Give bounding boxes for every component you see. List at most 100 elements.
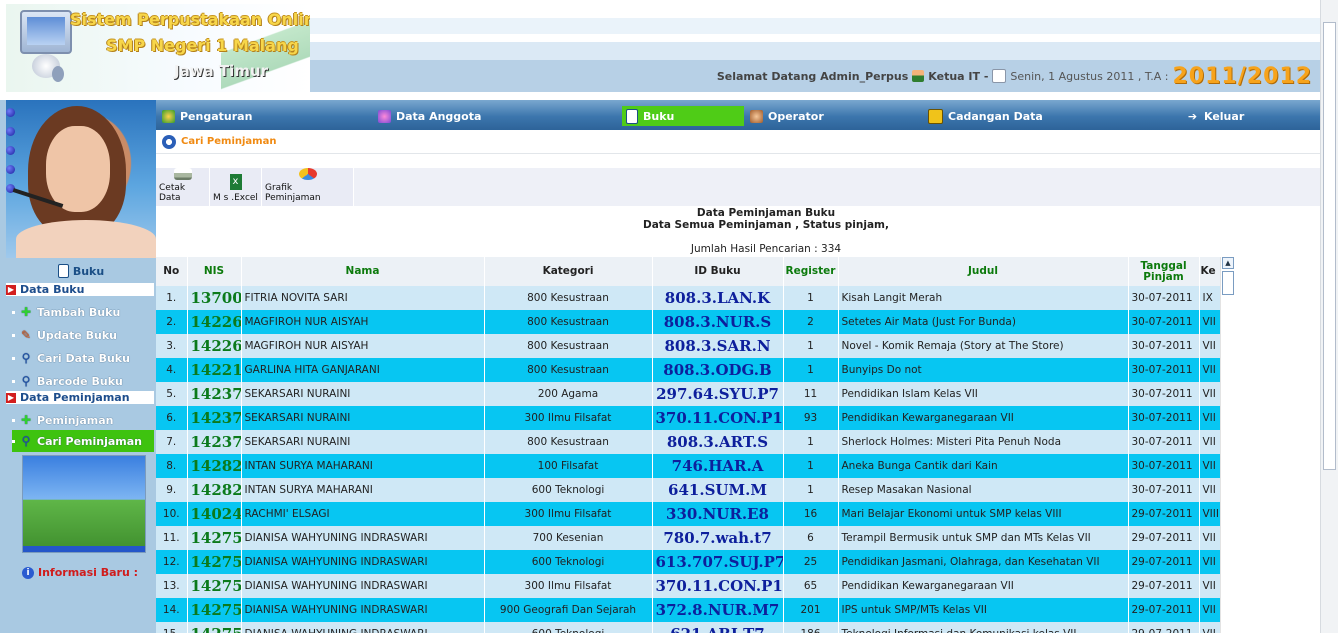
nav-keluar[interactable]: ➔ Keluar [1186,106,1244,126]
cell-tgl: 30-07-2011 [1128,478,1200,502]
table-row: 2. 14226 MAGFIROH NUR AISYAH 800 Kesustraan… [156,310,1220,334]
cell-nama: INTAN SURYA MAHARANI [241,454,485,478]
cell-reg: 93 [783,406,839,430]
table-row: 7. 14237 SEKARSARI NURAINI 800 Kesustraan 80… [156,430,1220,454]
table-row: 6. 14237 SEKARSARI NURAINI 300 Ilmu Filsafa… [156,406,1220,430]
cell-id: 808.3.ART.S [652,430,784,454]
cell-tgl: 29-07-2011 [1128,550,1200,574]
cell-kelas: VII [1199,406,1220,430]
cell-no: 14. [156,598,188,622]
chart-button[interactable]: Grafik Peminjaman [262,168,354,206]
cell-nis: 14275 [187,598,242,622]
cell-no: 11. [156,526,188,550]
cell-kategori: 600 Teknologi [484,622,653,633]
sidebar: Buku ▶ Data Buku ✚ Tambah Buku ✎ Update … [0,100,156,633]
cell-kategori: 300 Ilmu Filsafat [484,406,653,430]
cell-nis: 14226 [187,334,242,358]
cell-id: 370.11.CON.P1 [652,574,784,598]
sidebar-item-barcode-buku[interactable]: ⚲ Barcode Buku [12,370,154,392]
header: Sistem Perpustakaan Online SMP Negeri 1 … [0,0,1320,100]
pie-chart-icon [298,168,317,180]
cell-nama: SEKARSARI NURAINI [241,382,485,406]
cell-reg: 1 [783,478,839,502]
sidebar-item-tambah-buku[interactable]: ✚ Tambah Buku [12,301,154,323]
col-header-nis: NIS [187,257,242,286]
cell-nis: 14282 [187,454,242,478]
welcome-bar: Selamat Datang Admin_Perpus Ketua IT - S… [717,64,1312,89]
sidebar-item-peminjaman[interactable]: ✚ Peminjaman [12,409,154,431]
report-title: Data Peminjaman Buku [696,207,836,219]
nav-label: Pengaturan [180,109,253,123]
nav-operator[interactable]: Operator [750,106,824,126]
cell-no: 9. [156,478,188,502]
print-button[interactable]: Cetak Data [156,168,210,206]
col-header-kelas: Ke [1199,257,1220,286]
cell-no: 15. [156,622,188,633]
cell-reg: 1 [783,454,839,478]
info-icon: i [22,566,34,579]
nav-buku[interactable]: Buku [622,106,745,126]
cell-no: 5. [156,382,188,406]
cell-tgl: 30-07-2011 [1128,310,1200,334]
cell-judul: Setetes Air Mata (Just For Bunda) [838,310,1129,334]
page-scrollbar[interactable] [1320,0,1338,633]
cell-reg: 2 [783,310,839,334]
cell-judul: Bunyips Do not [838,358,1129,382]
table-header-row: No NIS Nama Kategori ID Buku Register Ju… [156,257,1220,286]
breadcrumb-label: Cari Peminjaman [181,136,277,147]
cell-kategori: 600 Teknologi [484,550,653,574]
cell-id: 613.707.SUJ.P7 [652,550,784,574]
members-icon [378,109,391,123]
cell-nis: 14282 [187,478,242,502]
sidebar-item-cari-data-buku[interactable]: ⚲ Cari Data Buku [12,347,154,369]
cell-judul: Resep Masakan Nasional [838,478,1129,502]
cell-judul: Pendidikan Jasmani, Olahraga, dan Keseha… [838,550,1129,574]
section-label: Data Peminjaman [20,391,130,404]
sidebar-item-cari-peminjaman[interactable]: ⚲ Cari Peminjaman [12,430,154,452]
cell-reg: 1 [783,430,839,454]
mouse-icon [52,66,64,82]
cell-id: 372.8.NUR.M7 [652,598,784,622]
cell-id: 808.3.SAR.N [652,334,784,358]
col-header-kategori: Kategori [484,257,653,286]
cell-kategori: 800 Kesustraan [484,286,653,310]
nav-cadangan-data[interactable]: Cadangan Data [928,106,1043,126]
table-row: 1. 13700 FITRIA NOVITA SARI 800 Kesustraan 8… [156,286,1220,310]
table-row: 4. 14221 GARLINA HITA GANJARANI 800 Kesustr… [156,358,1220,382]
table-scrollbar[interactable]: ▲ [1220,257,1235,633]
section-data-peminjaman[interactable]: ▶ Data Peminjaman [6,391,154,404]
scroll-up-icon[interactable]: ▲ [1222,257,1234,269]
cell-kategori: 100 Filsafat [484,454,653,478]
cell-no: 12. [156,550,188,574]
sidebar-item-label: Cari Peminjaman [37,434,143,448]
cell-kelas: VII [1199,334,1220,358]
page-scroll-thumb[interactable] [1323,22,1336,470]
cell-judul: Aneka Bunga Cantik dari Kain [838,454,1129,478]
cell-kelas: VII [1199,550,1220,574]
cell-tgl: 30-07-2011 [1128,454,1200,478]
nav-pengaturan[interactable]: Pengaturan [162,106,252,126]
cell-nis: 14237 [187,382,242,406]
nav-label: Keluar [1204,109,1245,123]
cell-judul: Pendidikan Kewarganegaraan VII [838,406,1129,430]
table-row: 5. 14237 SEKARSARI NURAINI 200 Agama 297.64.… [156,382,1220,406]
cell-judul: IPS untuk SMP/MTs Kelas VII [838,598,1129,622]
cell-nama: GARLINA HITA GANJARANI [241,358,485,382]
report-subtitle: Data Semua Peminjaman , Status pinjam, [643,219,889,231]
cell-kelas: VII [1199,526,1220,550]
excel-button[interactable]: x M s .Excel [210,168,262,206]
sidebar-title: Buku [6,260,156,282]
cell-reg: 201 [783,598,839,622]
exit-icon: ➔ [1187,109,1198,123]
main-content: Pengaturan Data Anggota Buku Operator Ca… [156,100,1320,633]
table-scroll-thumb[interactable] [1222,271,1234,295]
cell-no: 2. [156,310,188,334]
cell-kelas: VII [1199,574,1220,598]
cell-kategori: 800 Kesustraan [484,334,653,358]
section-data-buku[interactable]: ▶ Data Buku [6,283,154,296]
cell-kategori: 800 Kesustraan [484,358,653,382]
col-header-nama: Nama [241,257,485,286]
nav-data-anggota[interactable]: Data Anggota [378,106,481,126]
table-row: 3. 14226 MAGFIROH NUR AISYAH 800 Kesustraan… [156,334,1220,358]
sidebar-item-update-buku[interactable]: ✎ Update Buku [12,324,154,346]
